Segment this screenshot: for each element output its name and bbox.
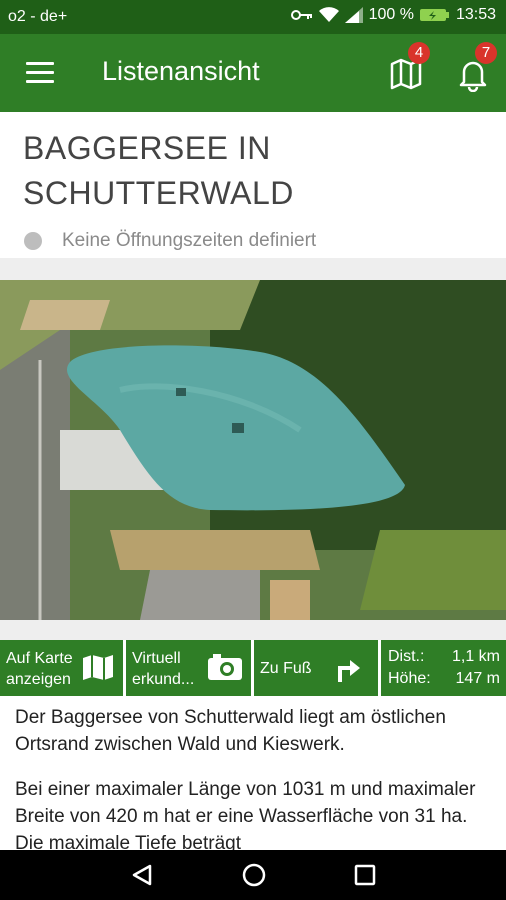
description-paragraph: Der Baggersee von Schutterwald liegt am … xyxy=(15,707,446,755)
walk-route-button[interactable]: Zu Fuß xyxy=(254,640,378,696)
walk-route-label: Zu Fuß xyxy=(260,660,312,677)
status-dot-icon xyxy=(24,232,42,250)
android-nav-bar xyxy=(0,850,506,900)
map-icon xyxy=(83,655,113,680)
distance-label: Dist.: xyxy=(388,648,425,665)
show-on-map-button[interactable]: Auf Karte anzeigen xyxy=(0,640,123,696)
virtual-explore-button[interactable]: Virtuell erkund... xyxy=(126,640,251,696)
description-paragraph: Bei einer maximaler Länge von 1031 m und… xyxy=(15,779,476,854)
camera-icon xyxy=(208,654,242,680)
signal-icon xyxy=(344,7,363,23)
clock: 13:53 xyxy=(455,6,496,23)
carrier-label: o2 - de+ xyxy=(8,8,68,25)
place-header: BAGGERSEE IN SCHUTTERWALD Keine Öffnungs… xyxy=(0,112,506,258)
divider xyxy=(0,258,506,280)
virtual-explore-label: Virtuell erkund... xyxy=(132,650,195,688)
opening-hours: Keine Öffnungszeiten definiert xyxy=(24,230,316,252)
map-button[interactable]: 4 xyxy=(388,42,430,92)
notifications-button[interactable]: 7 xyxy=(455,42,497,93)
back-icon[interactable] xyxy=(130,863,154,887)
divider xyxy=(0,620,506,640)
battery-percent: 100 % xyxy=(368,6,414,23)
opening-hours-text: Keine Öffnungszeiten definiert xyxy=(62,230,317,251)
page-title: Listenansicht xyxy=(102,56,260,86)
show-on-map-label: Auf Karte anzeigen xyxy=(6,650,73,688)
action-bar: Auf Karte anzeigen Virtuell erkund... Zu… xyxy=(0,640,506,696)
status-bar: o2 - de+ 100 % 13:53 xyxy=(0,0,506,34)
distance-value: 1,1 km xyxy=(451,648,500,665)
lake-aerial-photo[interactable] xyxy=(0,280,506,620)
app-bar: Listenansicht 4 7 xyxy=(0,34,506,112)
notification-badge: 7 xyxy=(475,42,497,64)
home-icon[interactable] xyxy=(242,863,266,887)
hamburger-menu-icon[interactable] xyxy=(26,62,54,84)
height-label: Höhe: xyxy=(388,670,431,687)
wifi-icon xyxy=(318,7,339,22)
status-icons: 100 % 13:53 xyxy=(290,6,496,24)
key-icon xyxy=(290,10,312,20)
distance-info: Dist.: 1,1 km Höhe: 147 m xyxy=(381,640,506,696)
map-badge: 4 xyxy=(408,42,430,64)
turn-right-arrow-icon xyxy=(338,660,360,682)
place-title: BAGGERSEE IN SCHUTTERWALD xyxy=(23,130,294,211)
height-value: 147 m xyxy=(455,670,500,687)
battery-charging-icon xyxy=(419,9,449,21)
recents-icon[interactable] xyxy=(354,864,376,886)
